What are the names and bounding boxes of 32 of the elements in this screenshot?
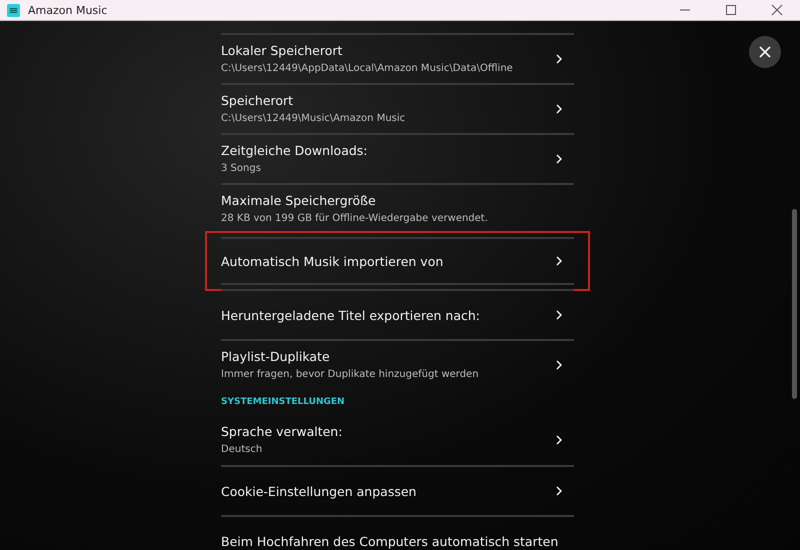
setting-value: 28 KB von 199 GB für Offline-Wiedergabe verwendet. bbox=[221, 212, 489, 226]
setting-title: Playlist-Duplikate bbox=[221, 348, 331, 365]
close-button[interactable] bbox=[749, 36, 781, 68]
settings-row[interactable]: Maximale Speichergröße 28 KB von 199 GB für Offline-Wiedergabe verwendet. bbox=[221, 183, 574, 233]
setting-value: 3 Songs bbox=[221, 162, 262, 176]
setting-title: Maximale Speichergröße bbox=[221, 192, 377, 209]
highlighted-settings-row[interactable]: Automatisch Musik importieren von bbox=[207, 233, 588, 289]
setting-value: C:\Users\12449\AppData\Local\Amazon Music\Data\Offline bbox=[221, 62, 514, 76]
settings-row[interactable]: Cookie-Einstellungen anpassen bbox=[221, 465, 574, 515]
settings-row[interactable]: Zeitgleiche Downloads: 3 Songs bbox=[221, 133, 574, 183]
setting-value: Deutsch bbox=[221, 443, 264, 457]
setting-title: Zeitgleiche Downloads: bbox=[221, 142, 369, 159]
setting-title: Beim Hochfahren des Computers automatisch starten bbox=[221, 532, 560, 550]
settings-row[interactable]: Beim Hochfahren des Computers automatisch starten bbox=[221, 515, 574, 550]
settings-row[interactable]: Sprache verwalten: Deutsch bbox=[221, 415, 574, 465]
setting-title: Speicherort bbox=[221, 92, 294, 109]
setting-title: Cookie-Einstellungen anpassen bbox=[221, 482, 418, 500]
setting-value: Immer fragen, bevor Duplikate hinzugefügt werden bbox=[221, 368, 480, 382]
setting-value: C:\Users\12449\Music\Amazon Music bbox=[221, 112, 406, 126]
settings-row[interactable]: Lokaler Speicherort C:\Users\12449\AppData\Local\Amazon Music\Data\Offline bbox=[221, 33, 574, 83]
settings-row[interactable]: Speicherort C:\Users\12449\Music\Amazon Music bbox=[221, 83, 574, 133]
setting-title: Heruntergeladene Titel exportieren nach: bbox=[221, 306, 482, 324]
window-title: Amazon Music bbox=[28, 4, 108, 16]
scrollbar-thumb[interactable] bbox=[792, 209, 797, 399]
settings-row[interactable]: Heruntergeladene Titel exportieren nach: bbox=[221, 289, 574, 339]
app-icon bbox=[7, 4, 20, 16]
close-icon bbox=[758, 45, 772, 59]
settings-row[interactable]: Playlist-Duplikate Immer fragen, bevor Duplikate hinzugefügt werden bbox=[221, 339, 574, 389]
section-heading: SYSTEMEINSTELLUNGEN bbox=[221, 396, 346, 409]
setting-title: Sprache verwalten: bbox=[221, 423, 344, 440]
setting-title: Lokaler Speicherort bbox=[221, 42, 344, 59]
setting-title: Automatisch Musik importieren von bbox=[221, 252, 444, 270]
